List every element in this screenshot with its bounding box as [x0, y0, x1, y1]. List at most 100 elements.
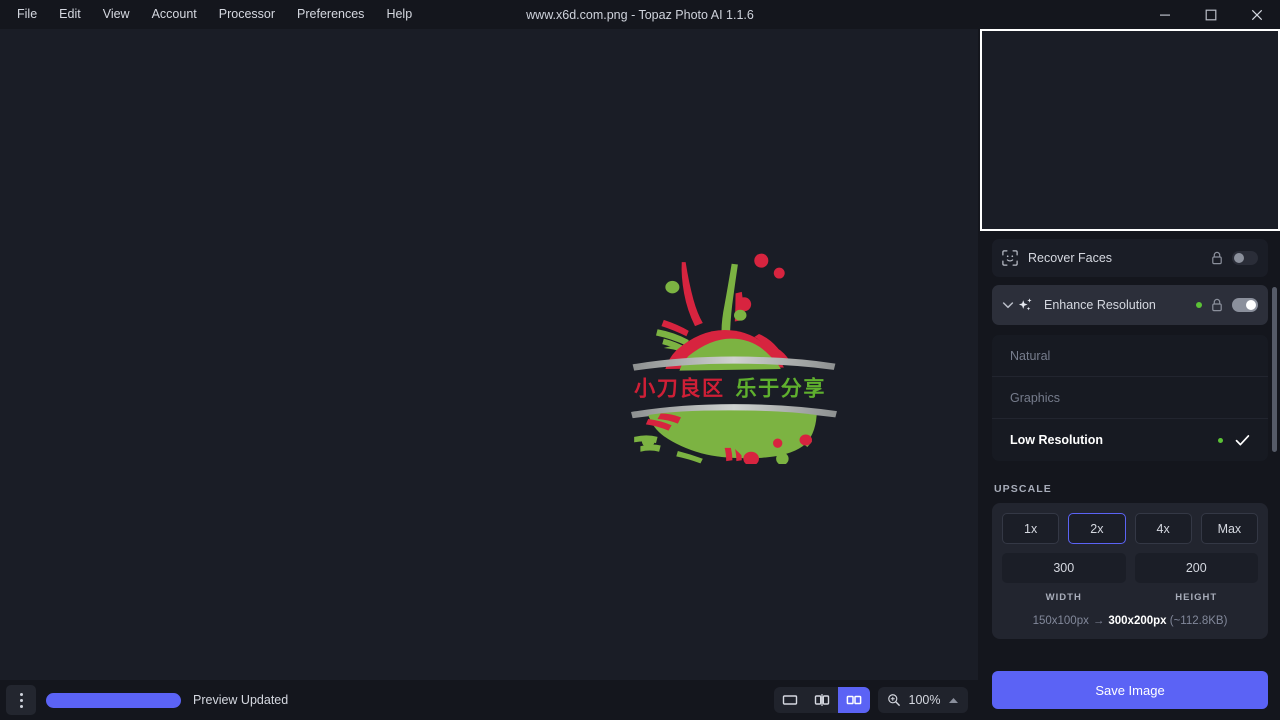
- menu-processor[interactable]: Processor: [208, 3, 286, 26]
- width-input[interactable]: 300: [1002, 553, 1126, 583]
- menu-view[interactable]: View: [92, 3, 141, 26]
- upper-splatter: [632, 253, 835, 370]
- file-size: (~112.8KB): [1170, 615, 1228, 627]
- svg-text:乐于分享: 乐于分享: [246, 375, 333, 399]
- status-text: Preview Updated: [193, 693, 288, 707]
- model-option-natural[interactable]: Natural: [992, 335, 1268, 377]
- filter-controls: [1211, 251, 1258, 265]
- zoom-control[interactable]: 100%: [878, 687, 968, 713]
- original-image: 小刀良区 乐于分享: [132, 250, 358, 460]
- artwork-chinese-text: 小刀良区 乐于分享: [634, 375, 826, 400]
- maximize-button[interactable]: [1188, 0, 1234, 29]
- preview-artwork: 小刀良区 乐于分享: [1001, 32, 1259, 228]
- status-bar: Preview Updated: [0, 680, 978, 720]
- menu-edit[interactable]: Edit: [48, 3, 92, 26]
- title-bar: File Edit View Account Processor Prefere…: [0, 0, 1280, 29]
- view-controls: 100%: [774, 687, 968, 713]
- lower-splatter: [631, 404, 837, 464]
- lock-icon[interactable]: [1211, 251, 1223, 265]
- face-id-icon: [1002, 250, 1018, 266]
- upscale-factor-2x[interactable]: 2x: [1068, 513, 1125, 544]
- check-icon: [1235, 434, 1250, 447]
- progress-bar: [46, 693, 181, 708]
- zoom-level: 100%: [908, 693, 941, 707]
- filter-row-enhance-resolution[interactable]: Enhance Resolution: [992, 285, 1268, 325]
- window-controls: [1142, 0, 1280, 29]
- close-icon: [1251, 9, 1263, 21]
- status-dot: [1196, 302, 1202, 308]
- upscale-card: 1x 2x 4x Max 300 WIDTH 200 HEIGHT 150x10…: [992, 503, 1268, 639]
- toggle-knob: [1246, 300, 1256, 310]
- menu-preferences[interactable]: Preferences: [286, 3, 375, 26]
- dimension-inputs: 300 WIDTH 200 HEIGHT: [1002, 553, 1258, 603]
- upscale-factor-max[interactable]: Max: [1201, 513, 1258, 544]
- sparkles-icon: [1017, 297, 1034, 314]
- filter-row-recover-faces[interactable]: Recover Faces: [992, 239, 1268, 277]
- svg-text:小刀良区: 小刀良区: [634, 375, 724, 400]
- original-image-pane[interactable]: 小刀良区 乐于分享: [0, 29, 489, 680]
- size-summary: 150x100px →300x200px (~112.8KB): [1002, 615, 1258, 629]
- filter-label-recover-faces: Recover Faces: [1028, 251, 1112, 265]
- save-image-button[interactable]: Save Image: [992, 671, 1268, 709]
- close-button[interactable]: [1234, 0, 1280, 29]
- view-mode-group: [774, 687, 870, 713]
- upscale-factor-1x[interactable]: 1x: [1002, 513, 1059, 544]
- split-pane-button[interactable]: [806, 687, 838, 713]
- model-label: Natural: [1010, 349, 1050, 363]
- height-caption: HEIGHT: [1135, 592, 1259, 603]
- split-pane-icon: [814, 693, 830, 707]
- single-pane-icon: [782, 693, 798, 707]
- artwork-chinese-text: 小刀良区 乐于分享: [1040, 149, 1213, 172]
- splatter-artwork-enhanced: 小刀良区 乐于分享: [617, 246, 851, 464]
- side-by-side-button[interactable]: [838, 687, 870, 713]
- model-label: Low Resolution: [1010, 433, 1103, 447]
- model-indicators: [1218, 434, 1250, 447]
- settings-panel: 小刀良区 乐于分享: [980, 29, 1280, 720]
- chevron-up-icon[interactable]: [948, 696, 959, 705]
- svg-text:小刀良区: 小刀良区: [148, 375, 235, 399]
- height-input[interactable]: 200: [1135, 553, 1259, 583]
- width-column: 300 WIDTH: [1002, 553, 1126, 603]
- filter-controls: [1196, 298, 1258, 312]
- minimize-button[interactable]: [1142, 0, 1188, 29]
- menu-file[interactable]: File: [6, 3, 48, 26]
- menu-account[interactable]: Account: [141, 3, 208, 26]
- lock-icon[interactable]: [1211, 298, 1223, 312]
- upper-splatter: [147, 257, 343, 370]
- menu-bar: File Edit View Account Processor Prefere…: [0, 0, 423, 29]
- svg-text:乐于分享: 乐于分享: [735, 375, 825, 400]
- filter-label-enhance-resolution: Enhance Resolution: [1044, 298, 1156, 312]
- lower-splatter: [1037, 174, 1223, 228]
- model-label: Graphics: [1010, 391, 1060, 405]
- toggle-enhance-resolution[interactable]: [1232, 298, 1258, 312]
- dot: [20, 705, 23, 708]
- single-pane-button[interactable]: [774, 687, 806, 713]
- upscale-factor-group: 1x 2x 4x Max: [1002, 513, 1258, 544]
- source-size: 150x100px: [1033, 615, 1089, 627]
- magnifier-icon: [887, 693, 901, 707]
- preview-thumbnail[interactable]: 小刀良区 乐于分享: [980, 29, 1280, 231]
- lower-splatter: [145, 402, 344, 460]
- model-option-low-resolution[interactable]: Low Resolution: [992, 419, 1268, 461]
- svg-text:小刀良区: 小刀良区: [1040, 149, 1122, 172]
- height-column: 200 HEIGHT: [1135, 553, 1259, 603]
- side-by-side-icon: [846, 693, 862, 707]
- panel-scrollbar[interactable]: [1272, 287, 1277, 452]
- toggle-recover-faces[interactable]: [1232, 251, 1258, 265]
- model-option-graphics[interactable]: Graphics: [992, 377, 1268, 419]
- upscale-factor-4x[interactable]: 4x: [1135, 513, 1192, 544]
- upscale-section-label: UPSCALE: [994, 483, 1280, 495]
- maximize-icon: [1205, 9, 1217, 21]
- image-canvas[interactable]: 小刀良区 乐于分享: [0, 29, 978, 680]
- dot: [20, 699, 23, 702]
- width-caption: WIDTH: [1002, 592, 1126, 603]
- target-size: 300x200px: [1108, 615, 1166, 627]
- enhanced-image-pane[interactable]: 小刀良区 乐于分享: [489, 29, 978, 680]
- menu-help[interactable]: Help: [375, 3, 423, 26]
- chevron-down-icon[interactable]: [1002, 300, 1014, 310]
- artwork-chinese-text: 小刀良区 乐于分享: [148, 375, 333, 399]
- model-list: Natural Graphics Low Resolution: [992, 335, 1268, 461]
- panel-scroll-area: Recover Faces Enhance Resolutio: [980, 232, 1280, 657]
- arrow-icon: →: [1093, 615, 1105, 627]
- more-vertical-icon[interactable]: [6, 685, 36, 715]
